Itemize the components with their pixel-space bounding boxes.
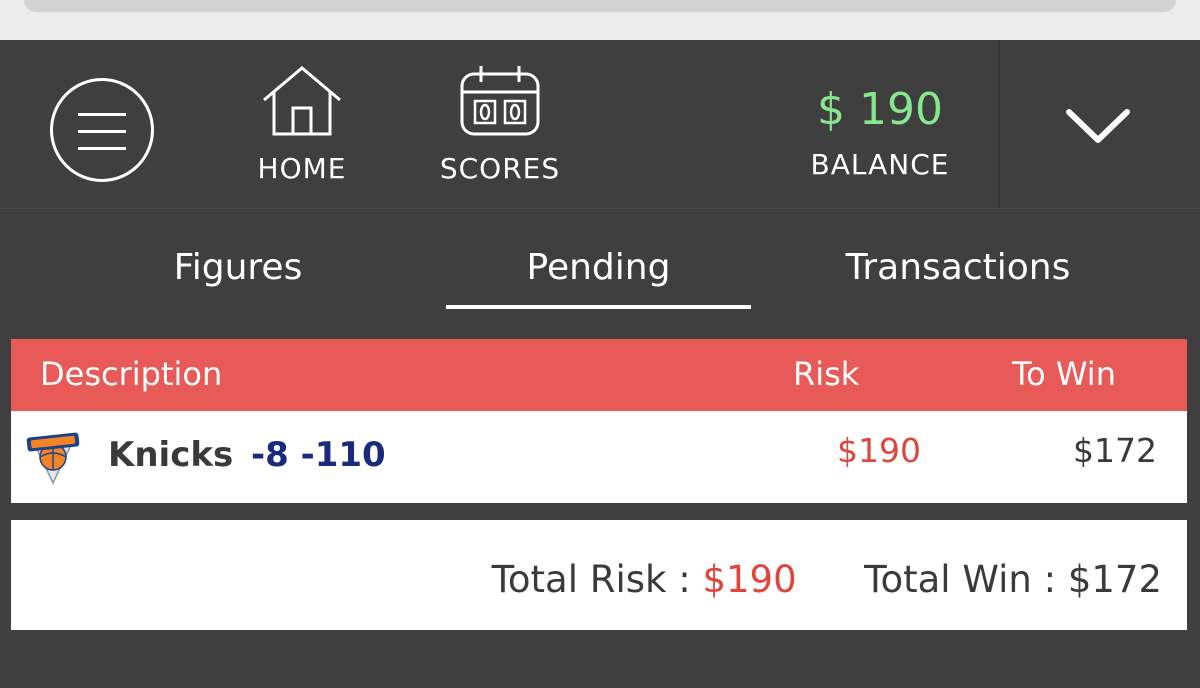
balance-amount: $ 190 bbox=[817, 84, 943, 135]
menu-button[interactable] bbox=[50, 78, 154, 182]
table-row[interactable]: Knicks -8 -110 $190 $172 bbox=[11, 411, 1187, 503]
account-dropdown-button[interactable] bbox=[1000, 40, 1200, 208]
active-tab-indicator bbox=[446, 305, 751, 309]
tab-pending[interactable]: Pending bbox=[447, 247, 750, 288]
total-risk-value: $190 bbox=[702, 558, 797, 601]
total-risk-label: Total Risk : bbox=[491, 558, 691, 601]
bet-line: -8 -110 bbox=[251, 435, 386, 475]
nav-scores-label: SCORES bbox=[439, 152, 561, 185]
nav-home-label: HOME bbox=[257, 152, 347, 185]
menu-icon bbox=[78, 113, 126, 116]
column-risk: Risk bbox=[793, 355, 860, 393]
scoreboard-icon bbox=[460, 66, 540, 136]
column-to-win: To Win bbox=[1012, 355, 1116, 393]
tab-figures[interactable]: Figures bbox=[118, 247, 358, 288]
column-description: Description bbox=[40, 355, 223, 393]
balance-display: $ 190 BALANCE bbox=[790, 82, 970, 181]
balance-label: BALANCE bbox=[810, 148, 950, 181]
pending-table-header: Description Risk To Win bbox=[11, 339, 1187, 411]
totals-line: Total Risk : $190 Total Win : $172 bbox=[492, 558, 1162, 601]
total-win-value: $172 bbox=[1067, 558, 1162, 601]
bet-risk: $190 bbox=[837, 431, 921, 470]
app-header: HOME SCORES $ 190 BALANCE bbox=[0, 40, 1200, 209]
bet-team: Knicks bbox=[108, 435, 234, 475]
browser-top-strip bbox=[0, 0, 1200, 40]
knicks-logo bbox=[25, 427, 81, 491]
account-tabs: Figures Pending Transactions bbox=[0, 209, 1200, 319]
chevron-down-icon bbox=[1066, 109, 1130, 143]
tab-transactions[interactable]: Transactions bbox=[808, 247, 1108, 288]
totals-panel: Total Risk : $190 Total Win : $172 bbox=[11, 520, 1187, 630]
bet-to-win: $172 bbox=[1073, 431, 1157, 470]
nav-scores[interactable]: SCORES bbox=[430, 64, 570, 194]
address-bar[interactable] bbox=[24, 0, 1176, 12]
nav-home[interactable]: HOME bbox=[240, 64, 364, 194]
total-win-label: Total Win : bbox=[864, 558, 1057, 601]
home-icon bbox=[263, 66, 341, 136]
